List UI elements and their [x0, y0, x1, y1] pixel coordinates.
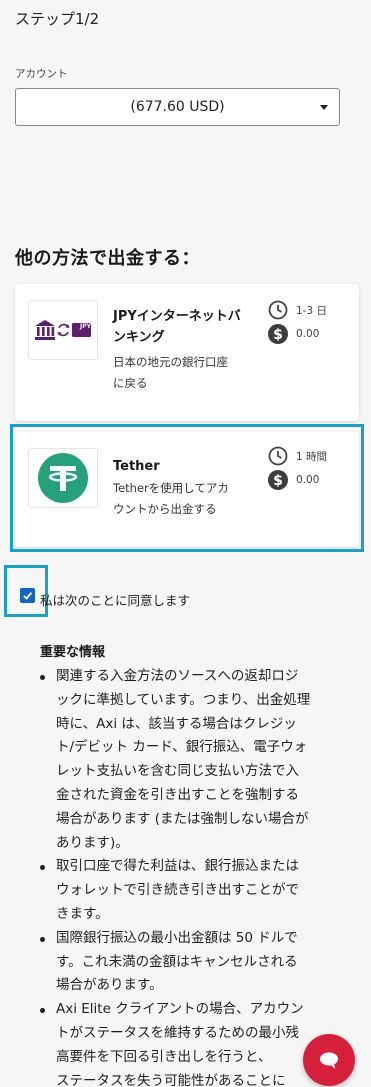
info-item: 取引口座で得た利益は、銀行振込または ウォレットで引き続き引き出すことがで きま… — [38, 855, 360, 926]
method-description: 日本の地元の銀行口座 に戻る — [113, 352, 253, 394]
info-line: Axi Elite クライアントの場合、アカウン — [56, 1001, 304, 1018]
info-line: あります)。 — [56, 834, 129, 851]
selected-method-highlight — [10, 424, 364, 552]
fee-value: 0.00 — [296, 328, 320, 340]
chat-bubble-icon — [320, 1052, 338, 1069]
processing-time-value: 1-3 日 — [296, 304, 327, 317]
info-line: 関連する入金方法のソースへの返却ロジ — [56, 668, 299, 684]
withdraw-method-card-jpy[interactable]: JPY JPYインターネットバ ンキング 日本の地元の銀行口座 に戻る 1-3 … — [15, 284, 359, 421]
info-line: 場合があります。 — [56, 977, 163, 994]
info-line: 場合があります (または強制しない場合が — [56, 810, 309, 827]
info-item: 関連する入金方法のソースへの返却ロジ ックに準拠しています。つまり、出金処理 時… — [38, 665, 360, 855]
method-name: JPYインターネットバ ンキング — [113, 306, 258, 348]
info-line: 取引口座で得た利益は、銀行振込または — [56, 858, 299, 875]
checkmark-icon — [23, 592, 33, 600]
step-title: ステップ1/2 — [15, 10, 100, 28]
info-line: 国際銀行振込の最小出金額は 50 ドルで — [56, 929, 298, 946]
info-line: ウォレットで引き続き引き出すことがで — [56, 882, 299, 899]
chevron-down-icon — [320, 105, 328, 110]
method-description-line: に戻る — [113, 376, 148, 390]
method-logo — [28, 300, 98, 360]
method-name-line: ンキング — [113, 330, 165, 345]
bank-transfer-jpy-icon — [35, 320, 91, 340]
account-select[interactable]: (677.60 USD) — [15, 88, 340, 126]
processing-time: 1-3 日 — [268, 300, 327, 320]
info-line: きます。 — [56, 905, 109, 922]
chat-button[interactable] — [303, 1034, 355, 1086]
agreement-label[interactable]: 私は次のことに同意します — [40, 590, 190, 609]
info-line: 時に、Axi は、該当する場合はクレジッ — [56, 715, 297, 732]
agreement-checkbox[interactable] — [20, 588, 35, 603]
fee: $ 0.00 — [268, 324, 319, 344]
method-description-line: 日本の地元の銀行口座 — [113, 355, 228, 369]
clock-icon — [268, 300, 288, 320]
account-select-value: (677.60 USD) — [130, 99, 225, 115]
svg-text:$: $ — [273, 327, 283, 343]
section-title: 他の方法で出金する： — [15, 248, 200, 269]
info-list: 関連する入金方法のソースへの返却ロジ ックに準拠しています。つまり、出金処理 時… — [38, 665, 360, 1087]
info-line: 金された資金を引き出すことを強制する — [56, 786, 299, 803]
info-line: ックに準拠しています。つまり、出金処理 — [56, 691, 311, 708]
info-line: ト/デビット カード、銀行振込、電子ウォ — [56, 739, 308, 756]
method-logo-badge: JPY — [80, 323, 91, 330]
info-line: レット支払いを含む同じ支払い方法で入 — [56, 763, 299, 780]
info-title: 重要な情報 — [40, 645, 106, 660]
info-item: 国際銀行振込の最小出金額は 50 ドルで す。これ未満の金額はキャンセルされる … — [38, 927, 360, 998]
account-label: アカウント — [15, 68, 68, 80]
info-line: す。これ未満の金額はキャンセルされる — [56, 953, 298, 970]
method-name-line: JPYインターネットバ — [113, 309, 241, 324]
dollar-coin-icon: $ — [268, 324, 288, 344]
